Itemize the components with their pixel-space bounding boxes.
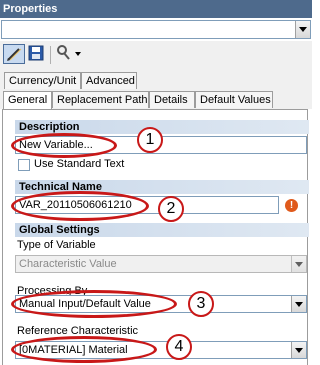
use-standard-text-checkbox[interactable] xyxy=(18,159,30,171)
processing-by-highlight xyxy=(11,290,177,318)
object-selector-dropdown[interactable] xyxy=(1,20,311,39)
description-highlight xyxy=(11,133,117,158)
window-title: Properties xyxy=(0,0,312,18)
reference-characteristic-highlight xyxy=(11,336,157,363)
type-of-variable-label: Type of Variable xyxy=(17,239,96,251)
type-of-variable-dropdown[interactable]: Characteristic Value xyxy=(15,255,307,273)
global-settings-section-header: Global Settings xyxy=(15,223,309,237)
general-tab-panel: Description New Variable... 1 Use Standa… xyxy=(2,109,309,365)
callout-4: 4 xyxy=(166,334,192,360)
floppy-disk-icon xyxy=(28,45,44,61)
tab-bar: Currency/Unit Advanced General Replaceme… xyxy=(0,69,312,109)
tools-menu-button[interactable] xyxy=(54,44,82,64)
toolbar-separator xyxy=(50,46,51,64)
tab-details[interactable]: Details xyxy=(149,91,195,108)
description-section-header: Description xyxy=(15,120,309,134)
edit-mode-button[interactable] xyxy=(3,44,25,64)
use-standard-text-label: Use Standard Text xyxy=(34,158,125,170)
tab-advanced[interactable]: Advanced xyxy=(81,72,137,89)
callout-1: 1 xyxy=(137,127,163,153)
tab-replacement-path[interactable]: Replacement Path xyxy=(52,91,149,108)
error-icon: ! xyxy=(285,199,298,212)
type-of-variable-value: Characteristic Value xyxy=(19,258,117,270)
chevron-down-icon[interactable] xyxy=(295,21,310,38)
toolbar xyxy=(0,41,312,70)
callout-2: 2 xyxy=(158,196,184,222)
tab-default-values[interactable]: Default Values xyxy=(195,91,273,108)
pencil-icon xyxy=(7,48,22,61)
tab-general[interactable]: General xyxy=(3,91,52,109)
tab-currency-unit[interactable]: Currency/Unit xyxy=(4,72,81,89)
chevron-down-icon[interactable] xyxy=(291,256,306,272)
save-button[interactable] xyxy=(27,44,47,64)
chevron-down-icon[interactable] xyxy=(291,296,306,312)
technical-name-highlight xyxy=(11,191,149,221)
chevron-down-icon[interactable] xyxy=(291,342,306,358)
callout-3: 3 xyxy=(188,291,214,317)
wrench-icon xyxy=(57,45,81,60)
